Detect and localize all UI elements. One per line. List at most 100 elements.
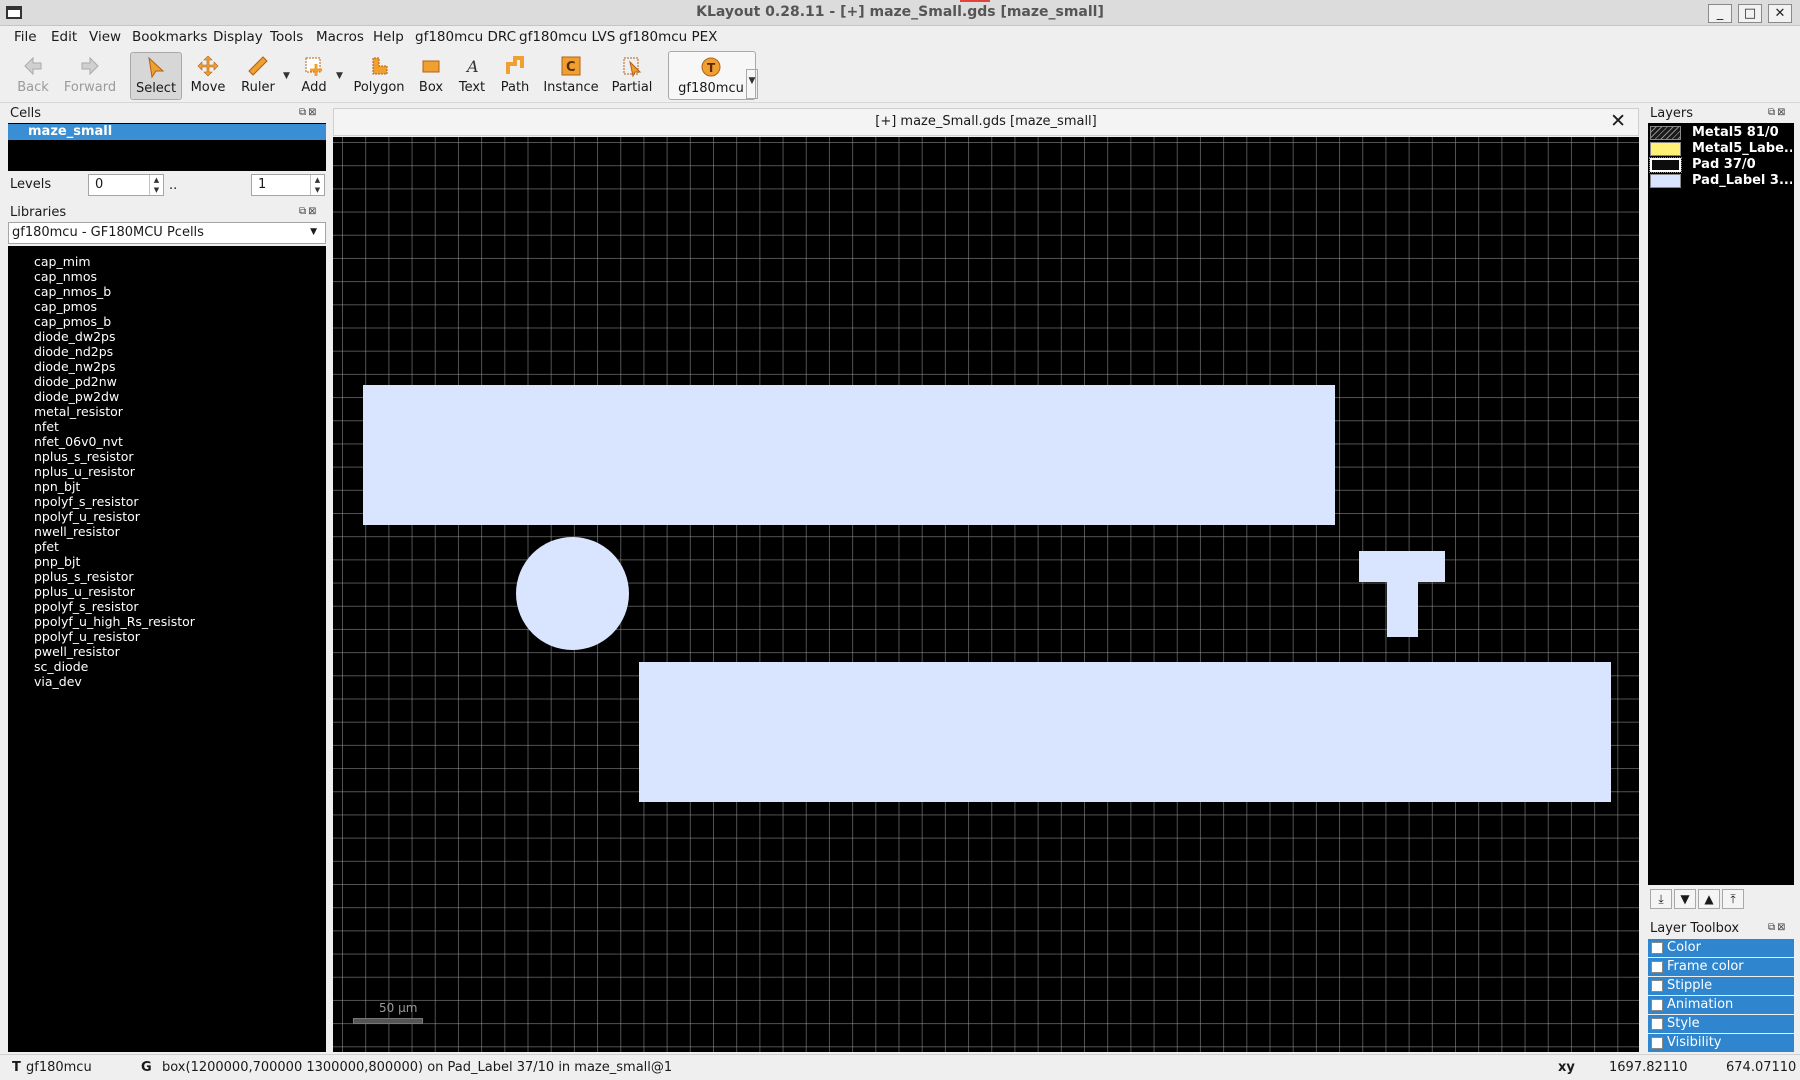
close-window-button[interactable]: ✕ [1768, 4, 1792, 23]
level-to-spinbox[interactable]: 1 ▲ ▼ [251, 174, 325, 196]
library-cell-item[interactable]: sc_diode [34, 659, 88, 674]
close-view-icon[interactable]: ✕ [1610, 110, 1626, 132]
library-cell-item[interactable]: diode_nd2ps [34, 344, 113, 359]
pad-shape-circle[interactable] [516, 537, 629, 650]
text-tool-button[interactable]: A Text [456, 52, 488, 100]
pad-shape-lower-bar[interactable] [639, 662, 1611, 802]
layer-row[interactable]: Pad_Label 3... [1650, 173, 1792, 189]
toolbox-stipple[interactable]: Stipple [1648, 977, 1794, 995]
minimize-button[interactable]: _ [1708, 4, 1732, 23]
menu-edit[interactable]: Edit [51, 29, 77, 45]
library-cell-item[interactable]: pnp_bjt [34, 554, 80, 569]
menu-file[interactable]: File [14, 29, 37, 45]
layer-list[interactable]: Metal5 81/0 Metal5_Labe... Pad 37/0 Pad_… [1648, 123, 1794, 885]
cell-item-selected[interactable]: maze_small [8, 124, 326, 140]
menu-lvs[interactable]: gf180mcu LVS [519, 29, 615, 45]
layout-canvas[interactable]: 50 µm [333, 137, 1639, 1052]
library-cell-item[interactable]: pfet [34, 539, 59, 554]
instance-tool-button[interactable]: C Instance [542, 52, 600, 100]
select-tool-button[interactable]: Select [130, 52, 182, 100]
menu-macros[interactable]: Macros [316, 29, 364, 45]
library-cell-item[interactable]: pplus_u_resistor [34, 584, 135, 599]
library-cell-item[interactable]: npolyf_s_resistor [34, 494, 139, 509]
library-cell-item[interactable]: nfet_06v0_nvt [34, 434, 123, 449]
toolbox-visibility[interactable]: Visibility [1648, 1034, 1794, 1052]
library-cell-list[interactable]: cap_mim cap_nmos cap_nmos_b cap_pmos cap_pmo… [8, 246, 326, 1052]
technology-dropdown-icon[interactable]: ▼ [746, 69, 758, 99]
toolbox-dock-buttons[interactable]: ⧉⊠ [1768, 922, 1788, 933]
forward-button[interactable]: Forward [62, 52, 118, 100]
layers-dock-buttons[interactable]: ⧉⊠ [1768, 107, 1788, 118]
menu-help[interactable]: Help [373, 29, 404, 45]
library-cell-item[interactable]: cap_mim [34, 254, 91, 269]
library-cell-item[interactable]: pplus_s_resistor [34, 569, 134, 584]
library-cell-item[interactable]: npn_bjt [34, 479, 80, 494]
library-cell-item[interactable]: npolyf_u_resistor [34, 509, 140, 524]
library-cell-item[interactable]: ppolyf_u_resistor [34, 629, 140, 644]
toolbox-animation[interactable]: Animation [1648, 996, 1794, 1014]
libraries-dock-buttons[interactable]: ⧉⊠ [299, 206, 319, 217]
partial-tool-button[interactable]: Partial [608, 52, 656, 100]
maximize-button[interactable]: □ [1738, 4, 1762, 23]
add-cell-icon [305, 57, 322, 76]
cell-tree[interactable]: maze_small [8, 123, 326, 171]
library-cell-item[interactable]: metal_resistor [34, 404, 123, 419]
chevron-down-icon: ▼ [310, 227, 317, 237]
ruler-tool-button[interactable]: Ruler [236, 52, 280, 100]
library-cell-item[interactable]: nplus_u_resistor [34, 464, 135, 479]
library-cell-item[interactable]: cap_pmos_b [34, 314, 111, 329]
spin-arrows-icon[interactable]: ▲ ▼ [310, 175, 324, 195]
layout-view-tab[interactable]: [+] maze_Small.gds [maze_small] ✕ [333, 108, 1639, 136]
layout-view-title: [+] maze_Small.gds [maze_small] [875, 114, 1097, 129]
toolbox-frame-color[interactable]: Frame color [1648, 958, 1794, 976]
move-to-top-icon[interactable]: ⤒ [1722, 889, 1744, 909]
menu-pex[interactable]: gf180mcu PEX [619, 29, 717, 45]
library-cell-item[interactable]: cap_nmos [34, 269, 97, 284]
toolbox-item-label: Style [1667, 1016, 1700, 1031]
technology-selector[interactable]: T gf180mcu [668, 51, 756, 100]
move-tool-button[interactable]: Move [188, 52, 228, 100]
menu-bookmarks[interactable]: Bookmarks [132, 29, 207, 45]
library-cell-item[interactable]: nwell_resistor [34, 524, 120, 539]
move-down-icon[interactable]: ▼ [1674, 889, 1696, 909]
library-cell-item[interactable]: diode_dw2ps [34, 329, 116, 344]
menu-tools[interactable]: Tools [270, 29, 303, 45]
library-cell-item[interactable]: via_dev [34, 674, 82, 689]
layer-row[interactable]: Metal5 81/0 [1650, 125, 1792, 141]
cells-dock-buttons[interactable]: ⧉⊠ [299, 107, 319, 118]
library-cell-item[interactable]: pwell_resistor [34, 644, 120, 659]
back-button[interactable]: Back [14, 52, 52, 100]
spin-arrows-icon[interactable]: ▲ ▼ [149, 175, 163, 195]
add-tool-button[interactable]: Add [296, 52, 332, 100]
library-cell-item[interactable]: cap_nmos_b [34, 284, 111, 299]
toolbox-style[interactable]: Style [1648, 1015, 1794, 1033]
library-cell-item[interactable]: diode_pw2dw [34, 389, 119, 404]
library-cell-item[interactable]: ppolyf_s_resistor [34, 599, 139, 614]
move-up-icon[interactable]: ▲ [1698, 889, 1720, 909]
library-cell-item[interactable]: nplus_s_resistor [34, 449, 134, 464]
add-dropdown-icon[interactable]: ▼ [336, 71, 343, 81]
ruler-dropdown-icon[interactable]: ▼ [283, 71, 290, 81]
menu-drc[interactable]: gf180mcu DRC [415, 29, 516, 45]
technology-button[interactable]: T gf180mcu [673, 53, 749, 101]
path-tool-button[interactable]: Path [496, 52, 534, 100]
library-cell-item[interactable]: nfet [34, 419, 59, 434]
menu-view[interactable]: View [89, 29, 121, 45]
move-to-bottom-icon[interactable]: ⤓ [1650, 889, 1672, 909]
menu-display[interactable]: Display [213, 29, 263, 45]
scale-bar-label: 50 µm [379, 1001, 418, 1015]
library-cell-item[interactable]: ppolyf_u_high_Rs_resistor [34, 614, 195, 629]
pad-shape-upper-bar[interactable] [363, 385, 1335, 525]
pad-shape-cross-vertical[interactable] [1387, 551, 1418, 637]
layer-row[interactable]: Pad 37/0 [1649, 157, 1792, 173]
level-from-spinbox[interactable]: 0 ▲ ▼ [88, 174, 164, 196]
layer-row[interactable]: Metal5_Labe... [1650, 141, 1792, 157]
box-tool-button[interactable]: Box [414, 52, 448, 100]
layer-name: Metal5 81/0 [1692, 125, 1779, 140]
library-cell-item[interactable]: diode_pd2nw [34, 374, 117, 389]
library-select[interactable]: gf180mcu - GF180MCU Pcells ▼ [8, 222, 326, 244]
library-cell-item[interactable]: diode_nw2ps [34, 359, 115, 374]
polygon-tool-button[interactable]: Polygon [352, 52, 406, 100]
toolbox-color[interactable]: Color [1648, 939, 1794, 957]
library-cell-item[interactable]: cap_pmos [34, 299, 97, 314]
